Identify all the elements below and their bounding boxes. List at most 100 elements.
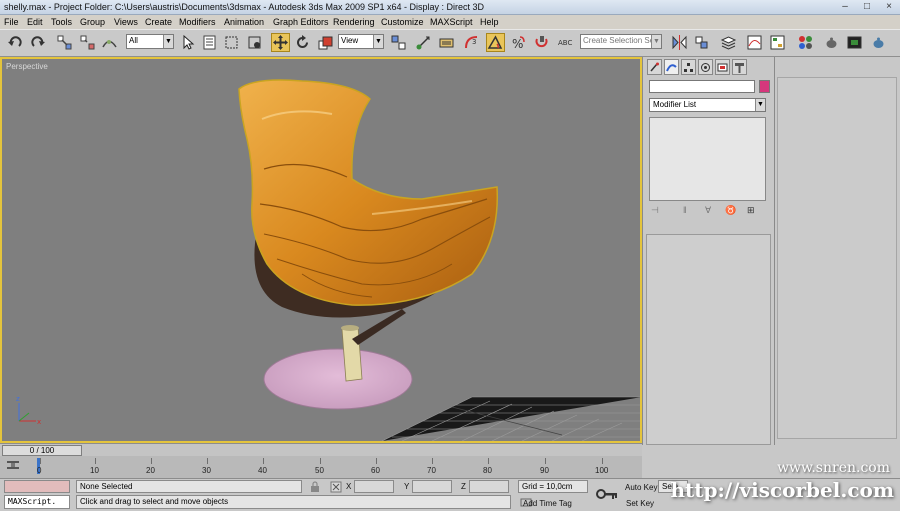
menu-animation[interactable]: Animation xyxy=(224,17,264,27)
configure-sets-icon[interactable]: ⊞ xyxy=(747,205,755,216)
set-key-button[interactable]: Set Key xyxy=(626,499,654,508)
tab-utilities[interactable] xyxy=(732,59,747,75)
rectangular-selection-button[interactable] xyxy=(222,33,241,52)
track-label-60: 60 xyxy=(371,466,380,475)
named-selection-placeholder: Create Selection Set xyxy=(583,36,657,45)
tab-modify[interactable] xyxy=(664,59,679,75)
keyboard-shortcut-toggle-button[interactable] xyxy=(437,33,456,52)
show-end-result-icon[interactable]: ‖ xyxy=(683,205,687,215)
tab-create[interactable] xyxy=(647,59,662,75)
menu-create[interactable]: Create xyxy=(145,17,172,27)
minimize-button[interactable]: – xyxy=(838,1,852,13)
pivot-icon xyxy=(391,35,406,50)
schematic-view-button[interactable] xyxy=(768,33,787,52)
maxscript-input[interactable]: MAXScript. xyxy=(4,495,70,509)
stack-controls: ⊣ ‖ ∀ ♉ ⊞ xyxy=(649,205,766,219)
rect-selection-icon xyxy=(225,36,238,49)
chair-model xyxy=(238,79,499,410)
modifier-stack[interactable] xyxy=(649,117,766,201)
maximize-button[interactable]: □ xyxy=(860,1,874,13)
redo-icon xyxy=(31,36,45,47)
track-bar[interactable]: 0 10 20 30 40 50 60 70 80 90 100 xyxy=(0,456,642,478)
menu-maxscript[interactable]: MAXScript xyxy=(430,17,473,27)
unlink-button[interactable] xyxy=(78,33,97,52)
menu-views[interactable]: Views xyxy=(114,17,138,27)
open-mini-curve-editor-icon[interactable] xyxy=(6,458,20,472)
prompt-text: Click and drag to select and move object… xyxy=(80,497,229,506)
select-and-move-button[interactable] xyxy=(271,33,290,52)
menu-group[interactable]: Group xyxy=(80,17,105,27)
named-selection-dropdown[interactable]: Create Selection Set ▼ xyxy=(580,34,662,49)
object-color-swatch[interactable] xyxy=(759,80,770,93)
list-icon xyxy=(203,35,216,50)
render-setup-button[interactable] xyxy=(822,33,841,52)
lock-icon[interactable] xyxy=(309,481,321,493)
reference-coordinate-dropdown[interactable]: View ▼ xyxy=(338,34,384,49)
select-object-button[interactable] xyxy=(178,33,197,52)
angle-snap-toggle-button[interactable] xyxy=(486,33,505,52)
pivot-center-button[interactable] xyxy=(389,33,408,52)
track-label-70: 70 xyxy=(427,466,436,475)
maxscript-listener-mini[interactable] xyxy=(4,480,70,493)
tab-display[interactable] xyxy=(715,59,730,75)
time-slider-knob[interactable]: 0 / 100 xyxy=(2,445,82,456)
window-crossing-button[interactable] xyxy=(245,33,264,52)
pin-stack-icon[interactable]: ⊣ xyxy=(651,205,659,216)
auto-key-button[interactable]: Auto Key xyxy=(625,483,657,492)
mirror-button[interactable] xyxy=(670,33,689,52)
select-and-rotate-button[interactable] xyxy=(293,33,312,52)
time-slider[interactable]: 0 / 100 xyxy=(0,443,642,456)
keyboard-icon xyxy=(439,38,454,48)
z-coord-label: Z xyxy=(461,482,466,491)
make-unique-icon[interactable]: ∀ xyxy=(705,205,711,216)
motion-icon xyxy=(701,62,710,72)
menu-rendering[interactable]: Rendering xyxy=(333,17,375,27)
tab-motion[interactable] xyxy=(698,59,713,75)
curve-editor-button[interactable] xyxy=(745,33,764,52)
x-coord-field[interactable] xyxy=(354,480,394,493)
main-toolbar: All ▼ View ▼ 3 % ABC Create Selection Se… xyxy=(0,29,900,57)
material-editor-button[interactable] xyxy=(796,33,815,52)
track-label-80: 80 xyxy=(483,466,492,475)
z-coord-field[interactable] xyxy=(469,480,509,493)
select-by-name-button[interactable] xyxy=(200,33,219,52)
menu-modifiers[interactable]: Modifiers xyxy=(179,17,216,27)
modifier-list-dropdown[interactable]: Modifier List ▼ xyxy=(649,98,766,112)
tab-hierarchy[interactable] xyxy=(681,59,696,75)
undo-button[interactable] xyxy=(6,33,25,52)
angle-snap-icon xyxy=(487,35,503,49)
menu-customize[interactable]: Customize xyxy=(381,17,424,27)
align-button[interactable] xyxy=(692,33,711,52)
track-label-90: 90 xyxy=(540,466,549,475)
snaps-toggle-button[interactable]: 3 xyxy=(462,33,481,52)
add-time-tag-button[interactable]: Add Time Tag xyxy=(523,499,572,508)
perspective-viewport[interactable]: Perspective z x xyxy=(0,57,642,443)
select-and-manipulate-button[interactable] xyxy=(414,33,433,52)
rendered-frame-window-button[interactable] xyxy=(845,33,864,52)
layer-manager-button[interactable] xyxy=(719,33,738,52)
absolute-mode-icon[interactable] xyxy=(330,481,342,493)
bind-space-warp-button[interactable] xyxy=(100,33,119,52)
select-and-link-button[interactable] xyxy=(55,33,74,52)
menu-edit[interactable]: Edit xyxy=(27,17,43,27)
close-button[interactable]: × xyxy=(882,1,896,13)
selection-filter-dropdown[interactable]: All ▼ xyxy=(126,34,174,49)
teapot-icon xyxy=(826,37,837,48)
grid-size-display: Grid = 10,0cm xyxy=(518,480,588,493)
remove-modifier-icon[interactable]: ♉ xyxy=(725,205,736,216)
y-coord-field[interactable] xyxy=(412,480,452,493)
menu-graph-editors[interactable]: Graph Editors xyxy=(273,17,329,27)
menu-file[interactable]: File xyxy=(4,17,19,27)
quick-render-button[interactable] xyxy=(869,33,888,52)
spinner-snap-toggle-button[interactable] xyxy=(532,33,551,52)
percent-snap-toggle-button[interactable]: % xyxy=(509,33,528,52)
track-label-100: 100 xyxy=(595,466,609,475)
object-name-field[interactable] xyxy=(649,80,755,93)
redo-button[interactable] xyxy=(28,33,47,52)
set-key-mode-icon[interactable] xyxy=(596,487,618,501)
edit-named-selection-button[interactable]: ABC xyxy=(556,33,575,52)
menu-tools[interactable]: Tools xyxy=(51,17,72,27)
select-and-scale-button[interactable] xyxy=(316,33,335,52)
unlink-icon xyxy=(80,35,95,50)
menu-help[interactable]: Help xyxy=(480,17,499,27)
